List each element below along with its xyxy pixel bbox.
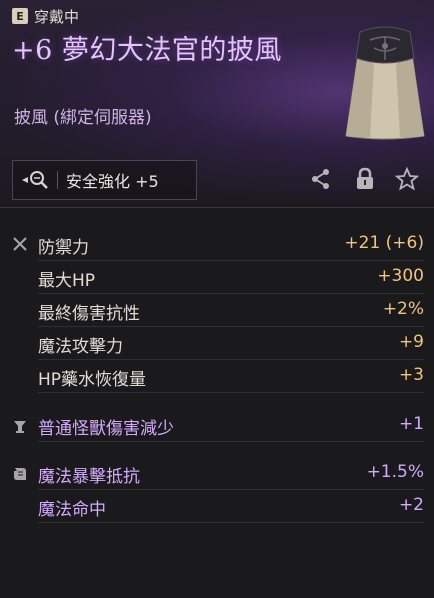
stat-label: 魔法攻擊力 — [38, 337, 123, 357]
stat-label: 普通怪獸傷害減少 — [38, 419, 174, 439]
stat-row: 魔法暴擊抵抗 +1.5% — [38, 457, 424, 490]
stat-row: 魔法命中 +2 — [38, 490, 424, 523]
equipped-badge: E — [12, 8, 28, 24]
scroll-icon — [12, 466, 28, 482]
stat-value: +2% — [382, 299, 424, 319]
stat-label: 最終傷害抗性 — [38, 304, 140, 324]
header-divider — [0, 207, 434, 208]
stat-row: 最大HP +300 — [38, 261, 424, 294]
stat-row: 防禦力 +21 (+6) — [38, 228, 424, 261]
cloak-image — [345, 26, 425, 140]
enhance-separator — [57, 171, 58, 189]
stat-value: +2 — [398, 495, 424, 515]
safe-enhance-indicator[interactable]: 安全強化 +5 — [12, 160, 197, 200]
stat-row: 最終傷害抗性 +2% — [38, 294, 424, 327]
equipped-status: 穿戴中 — [34, 8, 80, 26]
chalice-icon — [12, 418, 28, 434]
stat-value: +300 — [377, 266, 424, 286]
item-name: +6 夢幻大法官的披風 — [12, 35, 282, 66]
stat-label: 魔法暴擊抵抗 — [38, 467, 140, 487]
stat-label: 防禦力 — [38, 238, 89, 258]
stat-value: +3 — [398, 365, 424, 385]
stat-row: 魔法攻擊力 +9 — [38, 327, 424, 360]
stat-row: 普通怪獸傷害減少 +1 — [38, 409, 424, 442]
magnifier-icon — [13, 161, 57, 199]
stat-value: +9 — [398, 332, 424, 352]
stat-value: +21 (+6) — [344, 233, 424, 253]
item-header: E 穿戴中 +6 夢幻大法官的披風 披風 (綁定伺服器) 安全強化 +5 — [0, 0, 434, 205]
stat-row: HP藥水恢復量 +3 — [38, 360, 424, 393]
stat-label: 魔法命中 — [38, 500, 106, 520]
item-type: 披風 (綁定伺服器) — [14, 108, 152, 128]
stat-value: +1.5% — [366, 462, 424, 482]
star-icon[interactable] — [394, 166, 420, 192]
stat-value: +1 — [398, 414, 424, 434]
crossed-swords-icon — [12, 236, 28, 252]
stat-label: 最大HP — [38, 271, 96, 291]
lock-icon[interactable] — [352, 166, 378, 192]
share-icon[interactable] — [308, 166, 334, 192]
enhance-label: 安全強化 +5 — [66, 172, 159, 191]
stat-label: HP藥水恢復量 — [38, 370, 147, 390]
